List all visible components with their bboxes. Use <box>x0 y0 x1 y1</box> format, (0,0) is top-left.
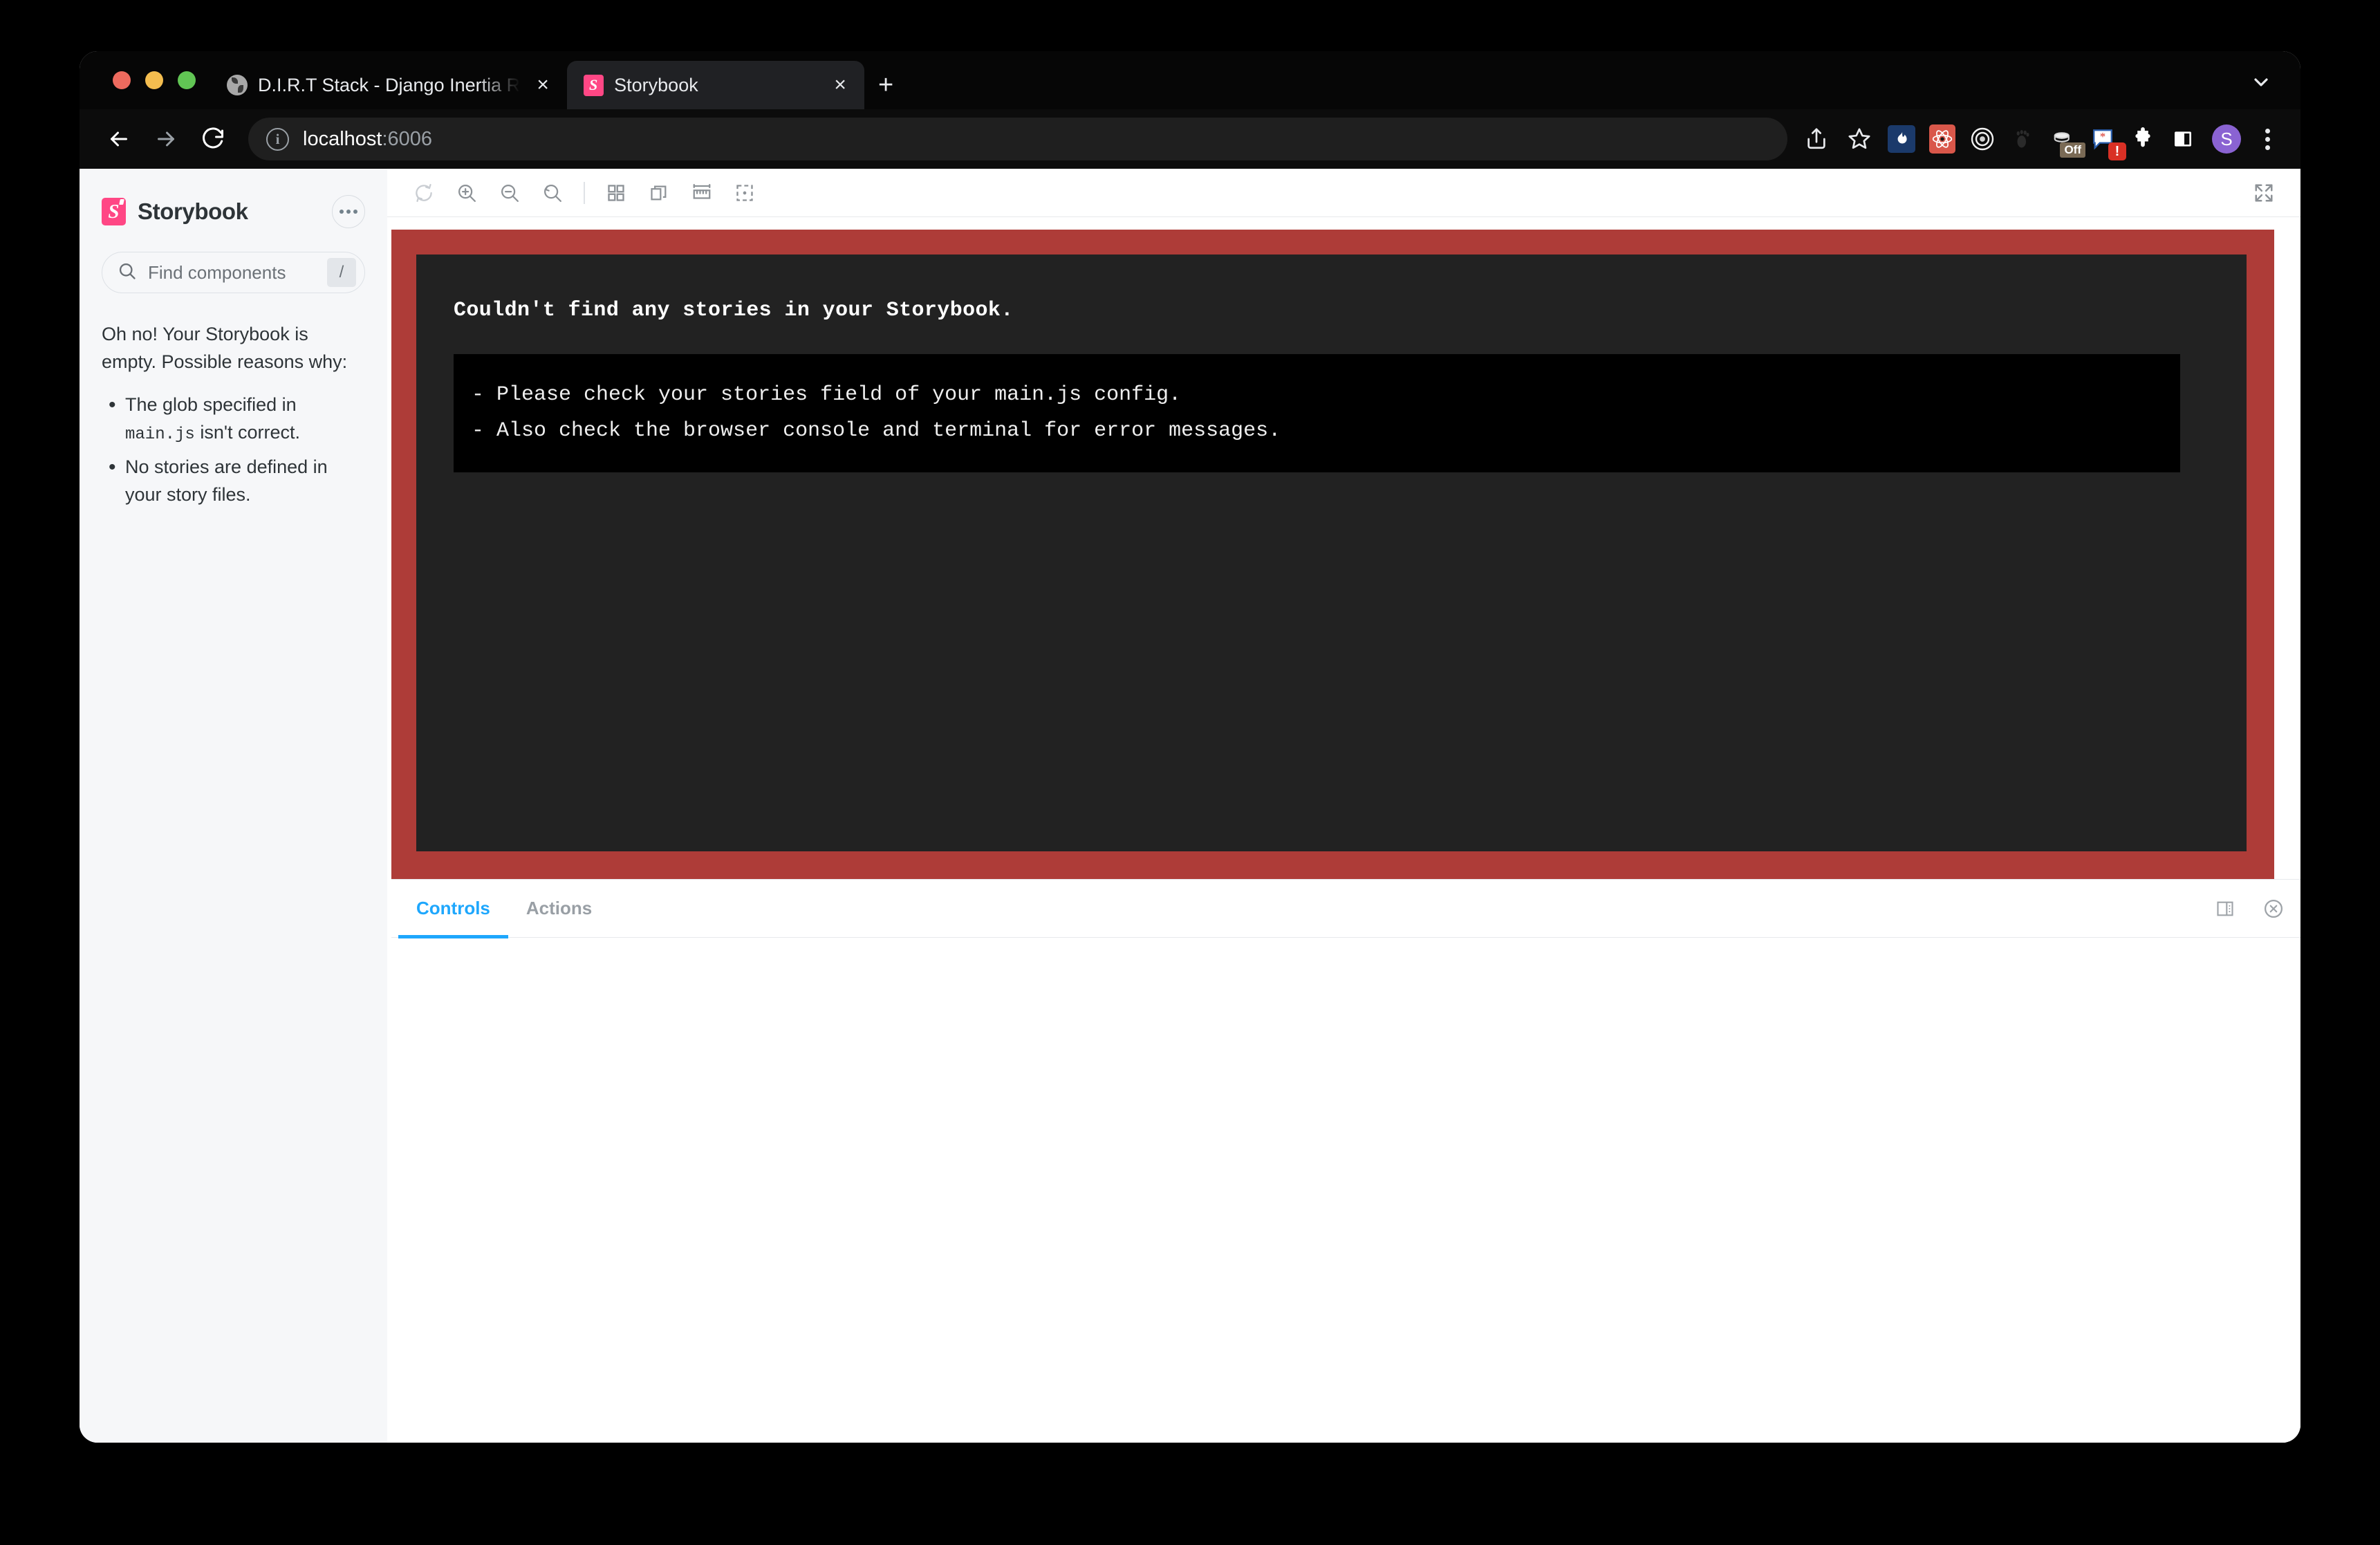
error-title: Couldn't find any stories in your Storyb… <box>454 299 1014 322</box>
maximize-window-button[interactable] <box>178 71 196 89</box>
footprint-extension-icon[interactable] <box>2009 124 2036 154</box>
tab-controls[interactable]: Controls <box>398 880 508 938</box>
forward-button-icon[interactable] <box>145 118 187 160</box>
addon-panel-tabs: Controls Actions <box>391 880 2300 938</box>
zoom-in-icon[interactable] <box>445 172 488 214</box>
tab-close-button[interactable]: × <box>827 72 853 98</box>
reason-suffix: isn't correct. <box>194 421 301 443</box>
empty-state-heading: Oh no! Your Storybook is empty. Possible… <box>102 324 348 372</box>
zoom-out-icon[interactable] <box>488 172 531 214</box>
sidebar-menu-button[interactable] <box>332 195 365 228</box>
reason-prefix: No stories are defined in your story fil… <box>125 456 328 506</box>
address-bar[interactable]: i localhost:6006 <box>248 118 1787 160</box>
addon-panel-body <box>391 938 2300 1443</box>
reload-button-icon[interactable] <box>192 118 234 160</box>
preview-area: Couldn't find any stories in your Storyb… <box>387 217 2300 879</box>
grid-icon[interactable] <box>595 172 638 214</box>
chevron-down-icon[interactable] <box>2245 66 2277 98</box>
side-panel-icon[interactable] <box>2170 124 2196 154</box>
react-devtools-icon[interactable] <box>1929 124 1955 154</box>
sidebar-header: S Storybook <box>102 188 365 228</box>
preview-toolbar <box>387 169 2300 217</box>
coffee-extension-icon[interactable]: Off <box>2049 124 2085 158</box>
window-traffic-lights <box>99 51 211 109</box>
profile-avatar[interactable]: S <box>2212 124 2241 154</box>
coffee-off-badge: Off <box>2060 142 2085 158</box>
error-badge: ! <box>2108 142 2126 160</box>
close-window-button[interactable] <box>113 71 131 89</box>
storybook-brand[interactable]: S Storybook <box>102 198 248 225</box>
flame-extension-icon[interactable] <box>1888 125 1915 153</box>
browser-tab-strip: D.I.R.T Stack - Django Inertia R × S Sto… <box>80 51 2300 109</box>
tab-actions[interactable]: Actions <box>508 880 610 937</box>
panel-position-icon[interactable] <box>2204 880 2247 938</box>
storybook-main: Couldn't find any stories in your Storyb… <box>387 169 2300 1443</box>
storybook-brand-label: Storybook <box>138 198 248 224</box>
site-info-icon[interactable]: i <box>266 127 289 151</box>
storybook-favicon: S <box>582 74 604 96</box>
browser-tab-storybook[interactable]: S Storybook × <box>567 61 865 109</box>
fullscreen-icon[interactable] <box>2242 172 2285 214</box>
error-panel: Couldn't find any stories in your Storyb… <box>416 255 2247 851</box>
empty-state-reason-list: The glob specified in main.js isn't corr… <box>102 390 365 516</box>
backgrounds-icon[interactable] <box>638 172 680 214</box>
browser-menu-icon[interactable] <box>2252 128 2283 150</box>
storybook-favicon-letter: S <box>583 74 604 96</box>
error-line: - Please check your stories field of you… <box>472 383 1182 407</box>
svg-text:*: * <box>2100 130 2106 143</box>
storybook-sidebar: S Storybook Find components / Oh no! You… <box>80 169 387 1443</box>
globe-icon <box>226 74 248 96</box>
puzzle-extensions-icon[interactable] <box>2130 124 2156 154</box>
measure-icon[interactable] <box>680 172 723 214</box>
browser-window: D.I.R.T Stack - Django Inertia R × S Sto… <box>80 51 2300 1443</box>
refresh-icon[interactable] <box>402 172 445 214</box>
speech-bubble-extension-icon[interactable]: * ! <box>2090 124 2126 160</box>
zoom-reset-icon[interactable] <box>531 172 574 214</box>
toolbar-divider <box>584 181 585 204</box>
error-frame: Couldn't find any stories in your Storyb… <box>391 230 2274 879</box>
bookmark-star-icon[interactable] <box>1840 120 1879 158</box>
reason-prefix: The glob specified in <box>125 394 297 415</box>
close-panel-icon[interactable] <box>2252 880 2295 938</box>
share-icon[interactable] <box>1797 120 1836 158</box>
target-extension-icon[interactable] <box>1969 124 1996 154</box>
url-text: localhost:6006 <box>303 128 432 151</box>
browser-url-toolbar: i localhost:6006 Off * ! S <box>80 109 2300 169</box>
url-host: localhost <box>303 127 382 150</box>
list-item: No stories are defined in your story fil… <box>102 452 365 509</box>
browser-tab-dirt-stack[interactable]: D.I.R.T Stack - Django Inertia R × <box>211 61 567 109</box>
tab-title: D.I.R.T Stack - Django Inertia R <box>258 74 521 95</box>
storybook-app: S Storybook Find components / Oh no! You… <box>80 169 2300 1443</box>
tab-title: Storybook <box>614 74 698 95</box>
tab-close-button[interactable]: × <box>530 72 556 98</box>
panel-tabs-spacer <box>610 880 2204 937</box>
storybook-logo-icon: S <box>102 198 126 225</box>
addon-panel: Controls Actions <box>391 879 2300 1443</box>
search-placeholder: Find components <box>148 261 286 283</box>
reason-code: main.js <box>125 425 195 444</box>
new-tab-button[interactable]: + <box>864 61 907 109</box>
error-code-block: - Please check your stories field of you… <box>454 354 2180 473</box>
search-icon <box>118 261 137 284</box>
minimize-window-button[interactable] <box>145 71 163 89</box>
outline-icon[interactable] <box>723 172 766 214</box>
url-port: :6006 <box>382 127 433 150</box>
back-button-icon[interactable] <box>97 118 140 160</box>
search-input[interactable]: Find components / <box>102 252 365 293</box>
error-line: - Also check the browser console and ter… <box>472 418 1281 443</box>
list-item: The glob specified in main.js isn't corr… <box>102 390 365 447</box>
search-shortcut-key: / <box>327 258 356 287</box>
